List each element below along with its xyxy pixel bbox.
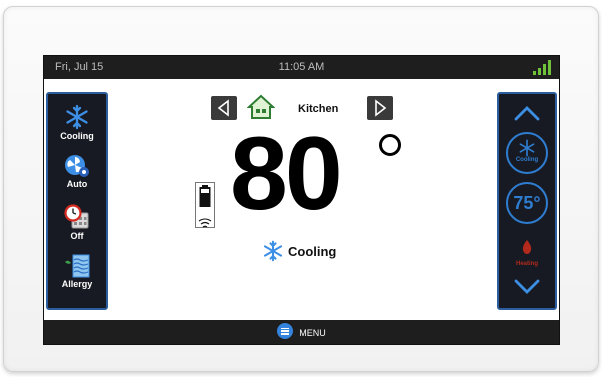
setpoint-temperature[interactable]: 75° bbox=[506, 182, 548, 224]
cooling-setpoint-label: Cooling bbox=[515, 157, 539, 163]
mode-off-button[interactable]: Off bbox=[48, 204, 106, 241]
mode-label-cooling: Cooling bbox=[60, 131, 94, 141]
menu-button[interactable]: MENU bbox=[44, 323, 559, 341]
cooling-setpoint-button[interactable]: Cooling bbox=[506, 132, 548, 174]
system-status-label: Cooling bbox=[288, 244, 337, 259]
setpoint-panel: Cooling 75° Heating bbox=[497, 92, 557, 310]
increase-setpoint-button[interactable] bbox=[499, 102, 555, 124]
status-time: 11:05 AM bbox=[278, 61, 325, 73]
battery-icon bbox=[199, 185, 211, 207]
degree-symbol bbox=[379, 134, 401, 156]
chevron-up-icon bbox=[514, 106, 540, 121]
status-bar: Fri, Jul 15 11:05 AM bbox=[44, 56, 559, 79]
mode-label-allergy: Allergy bbox=[61, 279, 93, 289]
mode-cooling-button[interactable]: Cooling bbox=[48, 104, 106, 141]
current-temperature: 80 bbox=[230, 116, 343, 232]
decrease-setpoint-button[interactable] bbox=[499, 276, 555, 298]
thermostat-screen: Fri, Jul 15 11:05 AM Cooling Auto Off Al… bbox=[43, 55, 560, 345]
mode-label-off: Off bbox=[70, 231, 84, 241]
wifi-icon bbox=[198, 218, 212, 228]
schedule-clock-icon bbox=[64, 204, 89, 229]
heating-setpoint-label: Heating bbox=[515, 261, 538, 267]
signal-bars-icon bbox=[533, 60, 551, 75]
snowflake-icon bbox=[519, 139, 535, 157]
flame-icon bbox=[522, 240, 532, 254]
battery-wifi-indicator bbox=[195, 182, 215, 228]
mode-label-auto: Auto bbox=[66, 179, 88, 189]
mode-panel: Cooling Auto Off Allergy bbox=[46, 92, 108, 310]
fan-icon bbox=[65, 155, 89, 177]
room-name: Kitchen bbox=[298, 103, 339, 115]
air-filter-icon bbox=[65, 254, 90, 278]
snowflake-icon bbox=[66, 104, 88, 130]
system-status: Cooling bbox=[262, 240, 336, 262]
next-room-button[interactable] bbox=[367, 96, 393, 120]
mode-auto-button[interactable]: Auto bbox=[48, 154, 106, 189]
chevron-down-icon bbox=[514, 279, 540, 294]
chevron-right-icon bbox=[375, 99, 387, 117]
snowflake-icon bbox=[263, 240, 283, 262]
mode-allergy-button[interactable]: Allergy bbox=[48, 254, 106, 289]
menu-bar: MENU bbox=[44, 320, 559, 344]
heating-setpoint-button[interactable]: Heating bbox=[499, 239, 555, 267]
